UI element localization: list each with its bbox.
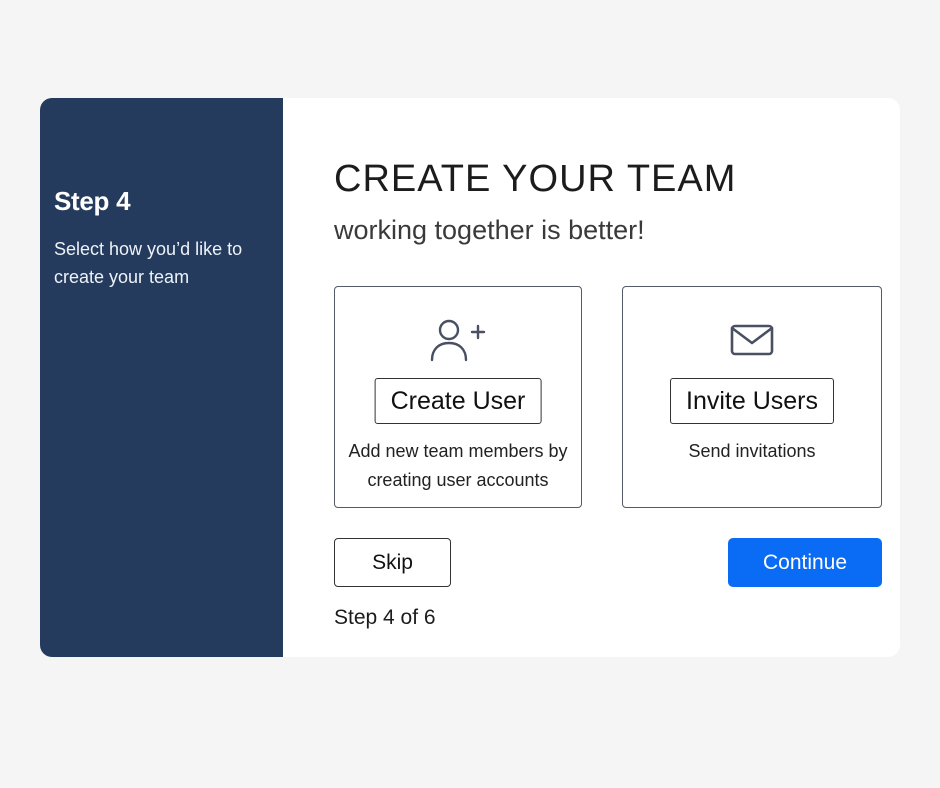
mail-icon (722, 315, 782, 365)
create-user-description: Add new team members by creating user ac… (348, 441, 568, 490)
invite-users-option-card[interactable]: Invite Users Send invitations (622, 286, 882, 508)
onboarding-card: Step 4 Select how you’d like to create y… (40, 98, 900, 657)
continue-button[interactable]: Continue (728, 538, 882, 587)
page-title: CREATE YOUR TEAM (334, 158, 737, 200)
add-user-icon (428, 315, 488, 365)
create-user-button[interactable]: Create User (374, 378, 542, 424)
skip-button[interactable]: Skip (334, 538, 451, 587)
step-sidebar: Step 4 Select how you’d like to create y… (40, 98, 283, 657)
sidebar-step-description: Select how you’d like to create your tea… (54, 239, 243, 287)
invite-users-button[interactable]: Invite Users (670, 378, 834, 424)
invite-users-description: Send invitations (688, 441, 816, 461)
step-indicator: Step 4 of 6 (334, 606, 436, 629)
page-subtitle: working together is better! (334, 215, 645, 245)
create-user-option-card[interactable]: Create User Add new team members by crea… (334, 286, 582, 508)
sidebar-step-title: Step 4 (54, 186, 131, 216)
main-panel: CREATE YOUR TEAM working together is bet… (283, 98, 900, 657)
